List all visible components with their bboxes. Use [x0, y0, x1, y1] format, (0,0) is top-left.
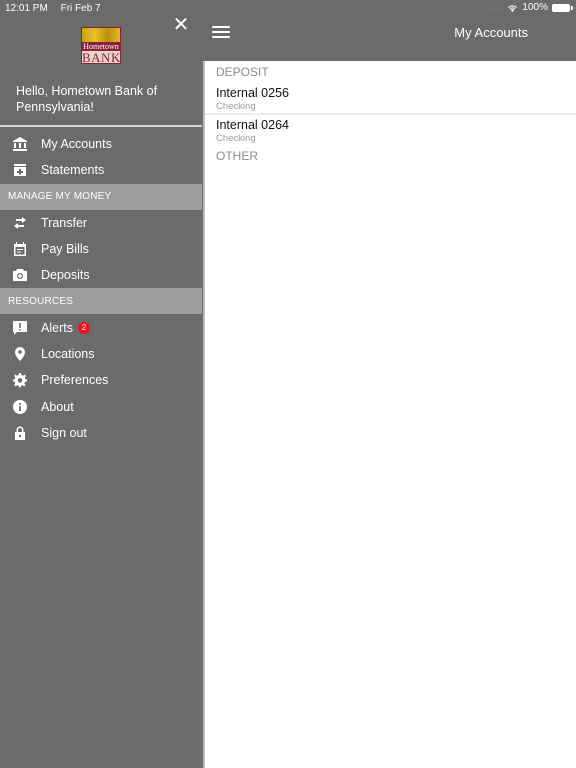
section-header-deposit: DEPOSIT	[216, 65, 269, 79]
battery-percent: 100%	[522, 2, 548, 13]
navigation-drawer: ✕ Hometown BANK Hello, Hometown Bank of …	[0, 0, 202, 768]
signal-icon: ....	[490, 3, 504, 12]
alerts-count-badge: 2	[77, 321, 90, 334]
section-header-manage: MANAGE MY MONEY	[0, 183, 202, 210]
menu: My Accounts Statements MANAGE MY MONEY T…	[0, 131, 202, 446]
menu-item-deposits[interactable]: Deposits	[0, 262, 202, 288]
lock-icon	[12, 425, 28, 441]
menu-label: Preferences	[41, 373, 109, 388]
menu-label: Statements	[41, 163, 105, 178]
menu-item-transfer[interactable]: Transfer	[0, 210, 202, 236]
alert-icon	[12, 320, 28, 336]
account-name: Internal 0264	[216, 118, 289, 132]
menu-item-pay-bills[interactable]: Pay Bills	[0, 236, 202, 262]
account-type: Checking	[216, 133, 256, 144]
gear-icon	[12, 372, 28, 388]
camera-icon	[12, 267, 28, 283]
menu-label: Locations	[41, 346, 95, 361]
menu-label: Deposits	[41, 268, 90, 283]
bank-icon	[12, 136, 28, 152]
main-panel: My Accounts DEPOSIT Internal 0256 Checki…	[202, 0, 576, 768]
section-header-other: OTHER	[216, 149, 258, 163]
menu-label: My Accounts	[41, 137, 112, 152]
status-bar: 12:01 PM Fri Feb 7 .... 100%	[0, 0, 576, 16]
page-title: My Accounts	[454, 25, 528, 40]
menu-label: About	[41, 399, 74, 414]
account-row[interactable]: Internal 0264 Checking	[205, 115, 576, 145]
location-pin-icon	[12, 346, 28, 362]
menu-item-about[interactable]: About	[0, 393, 202, 419]
hamburger-icon	[212, 26, 230, 28]
logo-skyline	[82, 28, 120, 42]
status-time: 12:01 PM	[5, 3, 48, 14]
status-date: Fri Feb 7	[60, 3, 101, 14]
section-header-resources: RESOURCES	[0, 288, 202, 315]
menu-item-locations[interactable]: Locations	[0, 341, 202, 367]
menu-item-alerts[interactable]: Alerts 2	[0, 314, 202, 340]
menu-label: Pay Bills	[41, 242, 89, 257]
menu-item-my-accounts[interactable]: My Accounts	[0, 131, 202, 157]
logo-text-bank: BANK	[82, 50, 121, 64]
menu-toggle-button[interactable]	[212, 26, 230, 40]
wifi-icon	[508, 4, 518, 12]
menu-label: Sign out	[41, 425, 87, 440]
menu-item-preferences[interactable]: Preferences	[0, 367, 202, 393]
transfer-icon	[12, 215, 28, 231]
menu-item-statements[interactable]: Statements	[0, 157, 202, 183]
divider	[0, 125, 202, 127]
close-drawer-button[interactable]: ✕	[172, 15, 190, 35]
menu-item-sign-out[interactable]: Sign out	[0, 420, 202, 446]
account-row[interactable]: Internal 0256 Checking	[205, 83, 576, 113]
calendar-icon	[12, 241, 28, 257]
account-name: Internal 0256	[216, 86, 289, 100]
menu-label: Transfer	[41, 215, 88, 230]
bank-logo: Hometown BANK	[81, 27, 121, 64]
accounts-list: DEPOSIT Internal 0256 Checking Internal …	[203, 61, 576, 768]
account-type: Checking	[216, 101, 256, 112]
info-icon	[12, 399, 28, 415]
archive-icon	[12, 162, 28, 178]
menu-label: Alerts	[41, 320, 73, 335]
greeting: Hello, Hometown Bank of Pennsylvania!	[16, 84, 158, 114]
battery-icon	[552, 3, 573, 12]
